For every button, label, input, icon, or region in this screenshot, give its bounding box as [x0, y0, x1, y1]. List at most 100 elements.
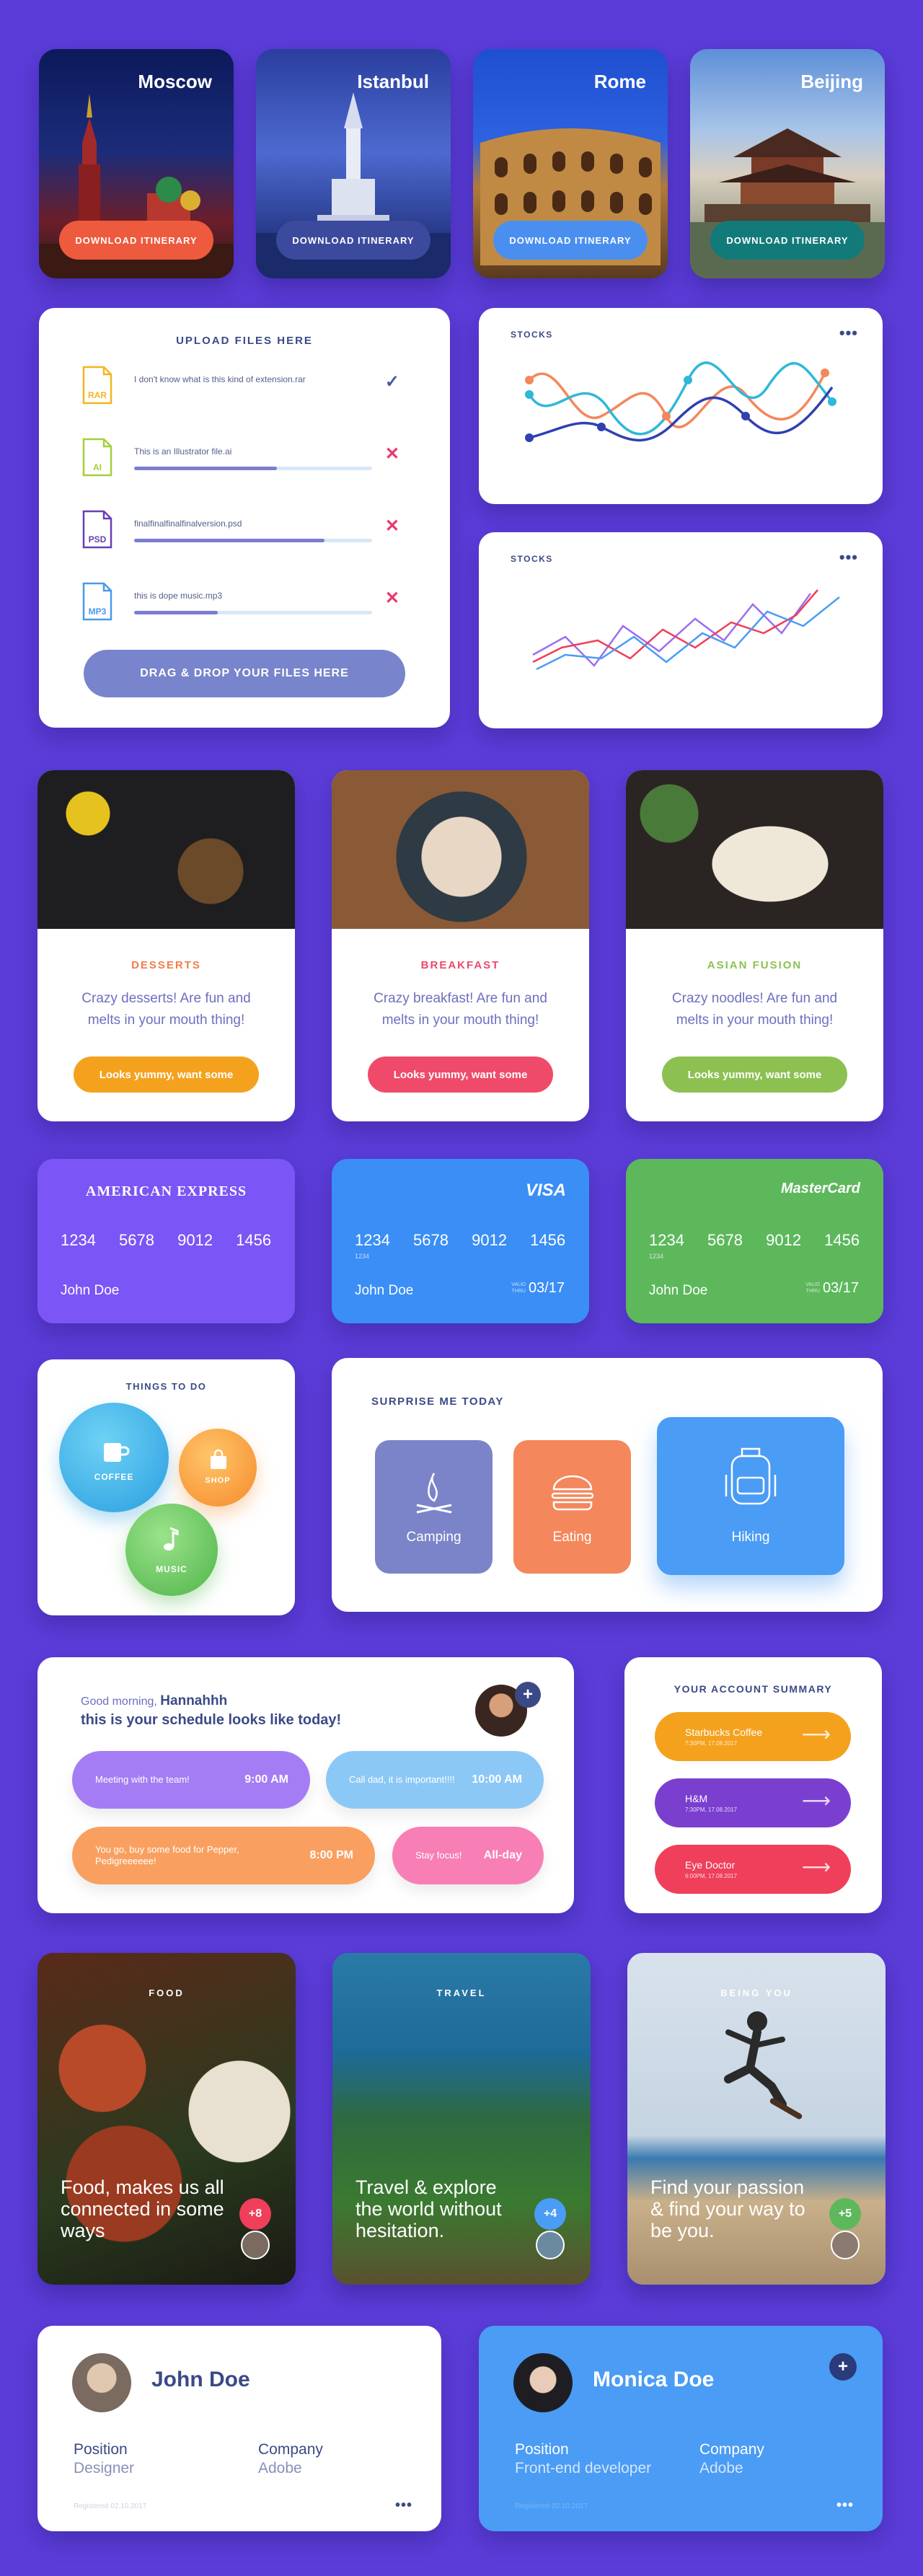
cancel-upload-icon[interactable]: ✕	[385, 588, 399, 609]
city-card-rome[interactable]: Rome DOWNLOAD ITINERARY	[473, 49, 668, 278]
schedule-card: Good morning, Hannahhh this is your sche…	[37, 1657, 574, 1913]
file-row: AI This is an Illustrator file.ai ✕	[82, 438, 399, 481]
schedule-item[interactable]: You go, buy some food for Pepper, Pedigr…	[72, 1827, 375, 1884]
coffee-icon	[104, 1443, 130, 1462]
profile-card-john[interactable]: John Doe Position Designer Company Adobe…	[37, 2326, 441, 2531]
schedule-time: All-day	[483, 1849, 522, 1861]
story-count-badge: +5	[829, 2198, 861, 2230]
story-count-badge: +8	[239, 2198, 271, 2230]
registered-text: Registered 02.10.2017	[515, 2502, 588, 2510]
shop-label: SHOP	[205, 1476, 231, 1485]
schedule-text: Call dad, it is important!!!!	[349, 1774, 455, 1785]
camping-label: Camping	[406, 1530, 462, 1545]
shop-bubble[interactable]: SHOP	[179, 1429, 257, 1507]
schedule-time: 9:00 AM	[244, 1773, 288, 1786]
download-itinerary-button[interactable]: DOWNLOAD ITINERARY	[276, 221, 430, 260]
credit-card-amex[interactable]: AMERICAN EXPRESS 1234 5678 9012 1456 Joh…	[37, 1159, 295, 1323]
food-category: DESSERTS	[131, 959, 201, 971]
card-number: 1234 5678 9012 1456	[649, 1231, 860, 1249]
story-text: Food, makes us all connected in some way…	[61, 2176, 224, 2241]
want-some-button[interactable]: Looks yummy, want some	[662, 1057, 847, 1093]
account-summary-card: YOUR ACCOUNT SUMMARY Starbucks Coffee 7:…	[624, 1657, 882, 1913]
upload-card: UPLOAD FILES HERE RAR I don't know what …	[39, 308, 450, 728]
more-icon[interactable]: •••	[395, 2497, 412, 2514]
check-icon: ✓	[384, 372, 399, 392]
food-card-asian-fusion: ASIAN FUSION Crazy noodles! Are fun and …	[626, 770, 883, 1121]
schedule-item[interactable]: Call dad, it is important!!!! 10:00 AM	[326, 1751, 544, 1809]
schedule-item[interactable]: Meeting with the team! 9:00 AM	[72, 1751, 310, 1809]
stocks-line-chart	[532, 589, 840, 671]
surprise-card: SURPRISE ME TODAY Camping Eating Hiking	[332, 1358, 883, 1612]
coffee-bubble[interactable]: COFFEE	[59, 1403, 169, 1512]
hiking-option[interactable]: Hiking	[657, 1417, 844, 1575]
company-label: Company	[699, 2441, 764, 2458]
download-itinerary-button[interactable]: DOWNLOAD ITINERARY	[59, 221, 213, 260]
avatar	[831, 2231, 860, 2259]
file-name: I don't know what is this kind of extens…	[134, 374, 306, 384]
arrow-right-icon: ⟶	[801, 1789, 831, 1812]
story-text: Travel & explore the world without hesit…	[355, 2176, 502, 2241]
profile-card-monica[interactable]: Monica Doe + Position Front-end develope…	[479, 2326, 883, 2531]
card-holder: John Doe	[649, 1283, 708, 1298]
food-card-desserts: DESSERTS Crazy desserts! Are fun and mel…	[37, 770, 295, 1121]
hiking-label: Hiking	[731, 1530, 770, 1545]
profile-name: Monica Doe	[593, 2368, 715, 2391]
file-name: This is an Illustrator file.ai	[134, 446, 232, 456]
story-being-you[interactable]: BEING YOU Find your passion & find your …	[627, 1953, 886, 2285]
story-food[interactable]: FOOD Food, makes us all connected in som…	[37, 1953, 296, 2285]
city-card-moscow[interactable]: Moscow DOWNLOAD ITINERARY	[39, 49, 234, 278]
food-category: BREAKFAST	[420, 959, 500, 971]
city-card-beijing[interactable]: Beijing DOWNLOAD ITINERARY	[690, 49, 885, 278]
card-holder: John Doe	[61, 1283, 120, 1298]
registered-text: Registered 02.10.2017	[74, 2502, 147, 2510]
food-category: ASIAN FUSION	[707, 959, 803, 971]
card-number: 1234 5678 9012 1456	[355, 1231, 566, 1249]
drag-drop-button[interactable]: DRAG & DROP YOUR FILES HERE	[84, 650, 405, 697]
credit-card-visa[interactable]: VISA 1234 5678 9012 1456 1234 John Doe V…	[332, 1159, 589, 1323]
download-itinerary-button[interactable]: DOWNLOAD ITINERARY	[710, 221, 865, 260]
transaction-name: Eye Doctor	[685, 1859, 736, 1871]
company-label: Company	[258, 2441, 323, 2458]
upload-title: UPLOAD FILES HERE	[176, 335, 313, 347]
account-summary-title: YOUR ACCOUNT SUMMARY	[674, 1683, 833, 1695]
story-travel[interactable]: TRAVEL Travel & explore the world withou…	[332, 1953, 591, 2285]
cancel-upload-icon[interactable]: ✕	[385, 444, 399, 464]
position-value: Front-end developer	[515, 2460, 652, 2476]
schedule-text: Meeting with the team!	[95, 1774, 190, 1785]
eating-option[interactable]: Eating	[513, 1440, 631, 1574]
schedule-item[interactable]: Stay focus! All-day	[392, 1827, 544, 1884]
more-icon[interactable]: •••	[836, 2497, 854, 2514]
transaction-name: H&M	[685, 1793, 708, 1804]
food-card-breakfast: BREAKFAST Crazy breakfast! Are fun and m…	[332, 770, 589, 1121]
story-text: Find your passion & find your way to be …	[650, 2176, 805, 2241]
transaction-eye-doctor[interactable]: Eye Doctor 6:00PM, 17.08.2017 ⟶	[655, 1845, 851, 1894]
file-rar-icon: RAR	[82, 366, 112, 405]
cancel-upload-icon[interactable]: ✕	[385, 516, 399, 537]
stocks-card-2: STOCKS •••	[479, 532, 883, 728]
position-label: Position	[74, 2441, 128, 2458]
want-some-button[interactable]: Looks yummy, want some	[368, 1057, 553, 1093]
file-ai-icon: AI	[82, 438, 112, 477]
credit-card-mastercard[interactable]: MasterCard 1234 5678 9012 1456 1234 John…	[626, 1159, 883, 1323]
download-itinerary-button[interactable]: DOWNLOAD ITINERARY	[493, 221, 648, 260]
transaction-hm[interactable]: H&M 7:30PM, 17.08.2017 ⟶	[655, 1778, 851, 1827]
burger-icon	[551, 1475, 594, 1511]
position-label: Position	[515, 2441, 569, 2458]
add-event-button[interactable]: +	[515, 1682, 541, 1708]
want-some-button[interactable]: Looks yummy, want some	[74, 1057, 259, 1093]
city-name: Istanbul	[357, 71, 429, 92]
eating-label: Eating	[552, 1530, 592, 1545]
file-row: PSD finalfinalfinalfinalversion.psd ✕	[82, 510, 399, 553]
add-contact-button[interactable]: +	[829, 2353, 857, 2381]
story-label: BEING YOU	[720, 1988, 792, 1998]
city-card-istanbul[interactable]: Istanbul DOWNLOAD ITINERARY	[256, 49, 451, 278]
position-value: Designer	[74, 2460, 135, 2476]
camping-option[interactable]: Camping	[375, 1440, 493, 1574]
file-row: MP3 this is dope music.mp3 ✕	[82, 582, 399, 625]
music-bubble[interactable]: MUSIC	[125, 1504, 218, 1596]
upload-progress	[134, 467, 372, 470]
transaction-starbucks[interactable]: Starbucks Coffee 7:30PM, 17.08.2017 ⟶	[655, 1712, 851, 1761]
city-name: Rome	[593, 71, 646, 92]
valid-label: VALID THRU	[511, 1282, 526, 1294]
company-value: Adobe	[699, 2460, 743, 2476]
